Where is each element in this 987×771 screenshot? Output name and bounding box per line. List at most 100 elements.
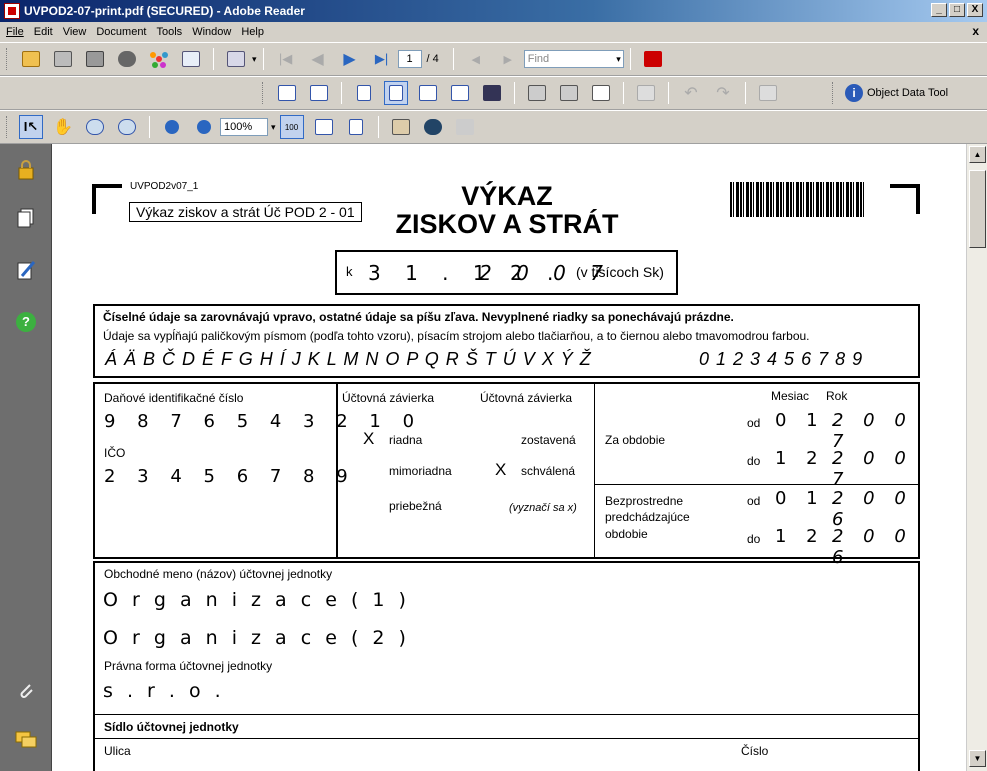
scroll-down-icon[interactable]: ▼ xyxy=(969,750,986,767)
comments-icon[interactable] xyxy=(14,728,38,752)
zoom-out-icon[interactable] xyxy=(160,115,184,139)
snapshot-icon[interactable] xyxy=(389,115,413,139)
email-icon[interactable] xyxy=(179,47,203,71)
forward-view-icon: ▶ xyxy=(503,53,512,66)
menu-document[interactable]: Document xyxy=(96,26,146,38)
vertical-scrollbar[interactable]: ▲ ▼ xyxy=(966,144,987,771)
schvalena-mark: X xyxy=(495,460,507,479)
riadna-label: riadna xyxy=(389,433,423,447)
attachments-paperclip-icon[interactable] xyxy=(14,679,38,703)
menu-window[interactable]: Window xyxy=(192,26,231,38)
ico-label: IČO xyxy=(104,446,126,460)
last-page-icon[interactable]: ▶| xyxy=(370,47,394,71)
obch-meno-line2: O r g a n i z a c e ( 2 ) xyxy=(103,627,410,649)
object-data-tool-button[interactable]: i Object Data Tool xyxy=(845,84,948,102)
bp-od-year: 2 0 0 6 xyxy=(832,488,913,530)
full-screen-icon[interactable] xyxy=(480,81,504,105)
actual-size-icon[interactable]: 100 xyxy=(279,115,304,139)
object-data-tool-label: Object Data Tool xyxy=(867,87,949,99)
scroll-up-icon[interactable]: ▲ xyxy=(969,146,986,163)
rotate-cw-icon[interactable] xyxy=(557,81,581,105)
instructions-bold: Číselné údaje sa zarovnávajú vpravo, ost… xyxy=(103,310,734,324)
title-line-2: ZISKOV A STRÁT xyxy=(395,209,619,239)
bp-do-label: do xyxy=(747,532,761,546)
title-line-1: VÝKAZ xyxy=(461,181,553,211)
security-lock-icon[interactable] xyxy=(14,158,38,182)
bezpr-label-3: obdobie xyxy=(605,527,648,541)
title-bar: UVPOD2-07-print.pdf (SECURED) - Adobe Re… xyxy=(0,0,987,22)
zoom-in-tool-icon[interactable] xyxy=(115,115,139,139)
zoom-level-input[interactable]: 100% xyxy=(220,118,268,136)
navigation-pane: ? xyxy=(0,144,52,771)
menu-bar: File Edit View Document Tools Window Hel… xyxy=(0,22,987,42)
help-icon[interactable]: ? xyxy=(14,310,38,334)
previous-page-icon: ◀ xyxy=(311,51,324,68)
print-icon[interactable] xyxy=(51,47,75,71)
scroll-thumb[interactable] xyxy=(969,170,986,248)
pdf-icon[interactable] xyxy=(589,81,613,105)
info-icon: i xyxy=(845,84,863,102)
save-icon[interactable] xyxy=(83,47,107,71)
bp-do-month: 1 2 xyxy=(775,526,825,547)
continuous-icon[interactable] xyxy=(384,81,408,105)
adobe-pdf-icon[interactable] xyxy=(641,47,665,71)
cislo-label: Číslo xyxy=(741,744,769,758)
za-do-label: do xyxy=(747,454,761,468)
hand-tool-icon[interactable]: ✋ xyxy=(51,115,75,139)
sample-digits: 0 1 2 3 4 5 6 7 8 9 xyxy=(699,349,864,369)
mesiac-label: Mesiac xyxy=(771,389,810,403)
menu-help[interactable]: Help xyxy=(241,26,264,38)
uz1-label: Účtovná závierka xyxy=(342,391,435,405)
undo-icon: ↶ xyxy=(684,85,698,102)
minimize-button[interactable]: _ xyxy=(931,3,947,17)
bp-od-label: od xyxy=(747,494,761,508)
pages-icon[interactable] xyxy=(14,206,38,230)
mimoriadna-label: mimoriadna xyxy=(389,464,452,478)
single-page-icon[interactable] xyxy=(352,81,376,105)
obch-meno-line1: O r g a n i z a c e ( 1 ) xyxy=(103,589,410,611)
sidlo-label: Sídlo účtovnej jednotky xyxy=(104,720,239,734)
za-od-year: 2 0 0 7 xyxy=(832,410,913,452)
signatures-icon[interactable] xyxy=(14,258,38,282)
file-toolbar: ▾ |◀ ◀ ▶ ▶| 1 / 4 ◀ ▶ Find xyxy=(0,42,987,76)
obch-meno-label: Obchodné meno (názov) účtovnej jednotky xyxy=(104,567,333,581)
toolbar-grip[interactable] xyxy=(6,48,9,70)
page-number-input[interactable]: 1 xyxy=(397,50,422,68)
fit-page-zoom-icon[interactable] xyxy=(344,115,368,139)
binoculars-icon[interactable] xyxy=(115,47,139,71)
form-code: UVPOD2v07_1 xyxy=(130,181,199,192)
identification-box: Daňové identifikačné číslo 9 8 7 6 5 4 3… xyxy=(93,382,920,568)
continuous-facing-icon[interactable] xyxy=(448,81,472,105)
select-tool-icon[interactable]: I↖ xyxy=(19,115,43,139)
corner-mark xyxy=(92,184,122,214)
camera-icon xyxy=(453,115,477,139)
document-page: UVPOD2v07_1 Výkaz ziskov a strát Úč POD … xyxy=(52,144,966,771)
close-document-button[interactable]: x xyxy=(972,24,979,38)
zostavena-label: zostavená xyxy=(521,433,576,447)
menu-tools[interactable]: Tools xyxy=(157,26,183,38)
zoom-in-icon[interactable] xyxy=(192,115,216,139)
menu-view[interactable]: View xyxy=(63,26,87,38)
view-toolbar: ↶ ↷ i Object Data Tool xyxy=(0,76,987,110)
pravna-forma-label: Právna forma účtovnej jednotky xyxy=(104,659,273,673)
date-prefix: k xyxy=(346,264,353,279)
rotate-ccw-icon[interactable] xyxy=(525,81,549,105)
next-page-icon[interactable]: ▶ xyxy=(338,47,362,71)
fit-width-zoom-icon[interactable] xyxy=(312,115,336,139)
sign-icon[interactable] xyxy=(224,47,248,71)
menu-file[interactable]: File xyxy=(6,26,24,38)
collaboration-icon[interactable] xyxy=(147,47,171,71)
facing-icon[interactable] xyxy=(416,81,440,105)
maximize-button[interactable]: □ xyxy=(949,3,965,17)
open-icon[interactable] xyxy=(19,47,43,71)
loupe-icon[interactable] xyxy=(421,115,445,139)
menu-edit[interactable]: Edit xyxy=(34,26,53,38)
window-title: UVPOD2-07-print.pdf (SECURED) - Adobe Re… xyxy=(24,4,305,18)
fit-width-icon[interactable] xyxy=(275,81,299,105)
za-do-year: 2 0 0 7 xyxy=(832,448,913,490)
find-input[interactable]: Find xyxy=(523,50,624,68)
zoom-marquee-icon[interactable] xyxy=(83,115,107,139)
close-button[interactable]: X xyxy=(967,3,983,17)
page-total: / 4 xyxy=(426,53,439,65)
fit-page-icon[interactable] xyxy=(307,81,331,105)
